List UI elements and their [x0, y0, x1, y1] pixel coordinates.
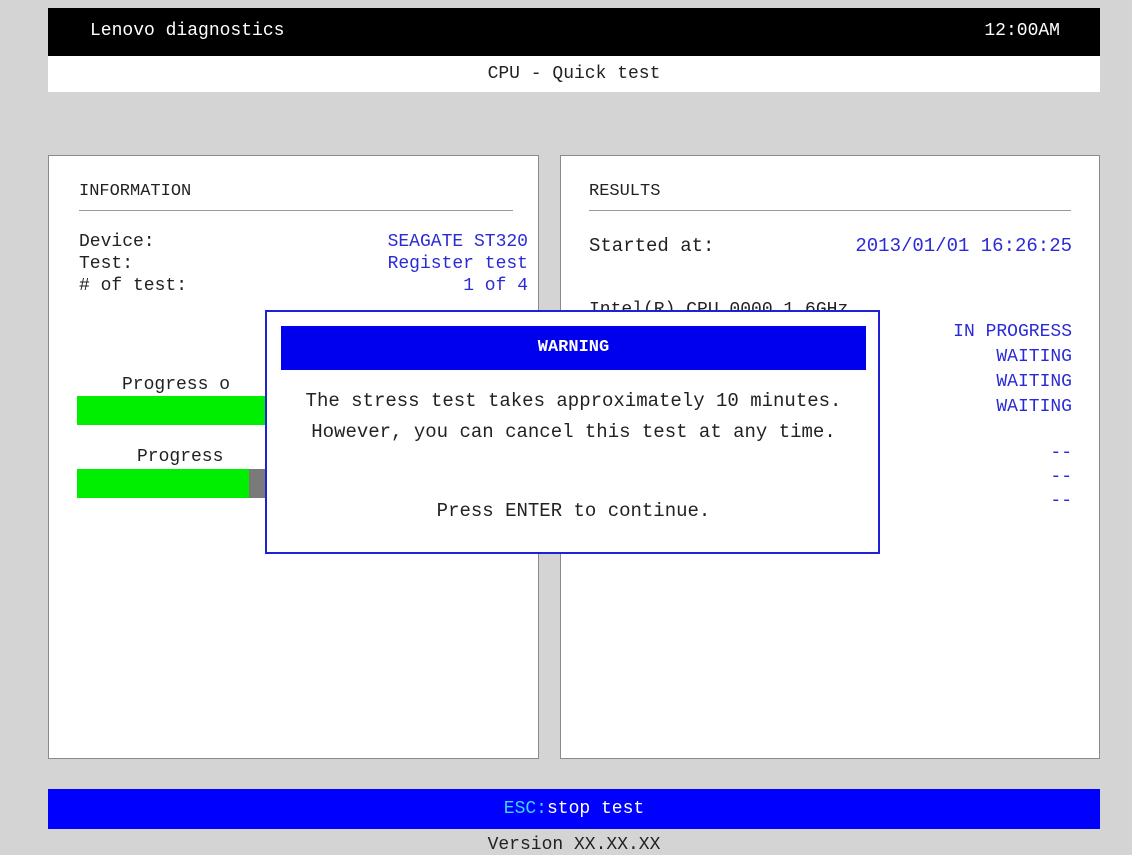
status-1: IN PROGRESS [953, 322, 1072, 342]
information-heading: INFORMATION [79, 182, 192, 201]
device-value: SEAGATE ST320 [387, 232, 528, 252]
version-label: Version XX.XX.XX [487, 835, 661, 855]
test-subtitle: CPU - Quick test [48, 56, 1100, 92]
footer-bar[interactable]: ESC:stop test [48, 789, 1100, 829]
stop-test-action[interactable]: stop test [547, 799, 644, 819]
information-divider [79, 210, 513, 211]
warning-message: The stress test takes approximately 10 m… [305, 390, 842, 443]
test-value: Register test [387, 254, 528, 274]
results-heading: RESULTS [589, 182, 661, 201]
warning-dialog[interactable]: WARNING The stress test takes approximat… [265, 310, 880, 554]
started-label: Started at: [589, 235, 715, 257]
esc-key-hint[interactable]: ESC: [504, 799, 547, 819]
progress-current-label: Progress [137, 447, 224, 467]
status-4: WAITING [996, 397, 1072, 417]
result-dash-3: -- [1050, 491, 1072, 511]
started-value: 2013/01/01 16:26:25 [855, 235, 1072, 257]
test-count-label: # of test: [79, 276, 188, 296]
status-2: WAITING [996, 347, 1072, 367]
result-dash-1: -- [1050, 443, 1072, 463]
device-label: Device: [79, 232, 155, 252]
status-3: WAITING [996, 372, 1072, 392]
progress-overall-label: Progress o [122, 375, 231, 395]
app-title: Lenovo diagnostics [90, 21, 285, 41]
title-bar: Lenovo diagnostics 12:00AM [48, 8, 1100, 56]
test-count-value: 1 of 4 [463, 276, 528, 296]
result-dash-2: -- [1050, 467, 1072, 487]
continue-prompt[interactable]: Press ENTER to continue. [277, 500, 870, 522]
warning-title: WARNING [281, 326, 866, 370]
test-label: Test: [79, 254, 134, 274]
progress-current-bar [77, 469, 249, 498]
clock: 12:00AM [984, 21, 1060, 41]
results-divider [589, 210, 1071, 211]
